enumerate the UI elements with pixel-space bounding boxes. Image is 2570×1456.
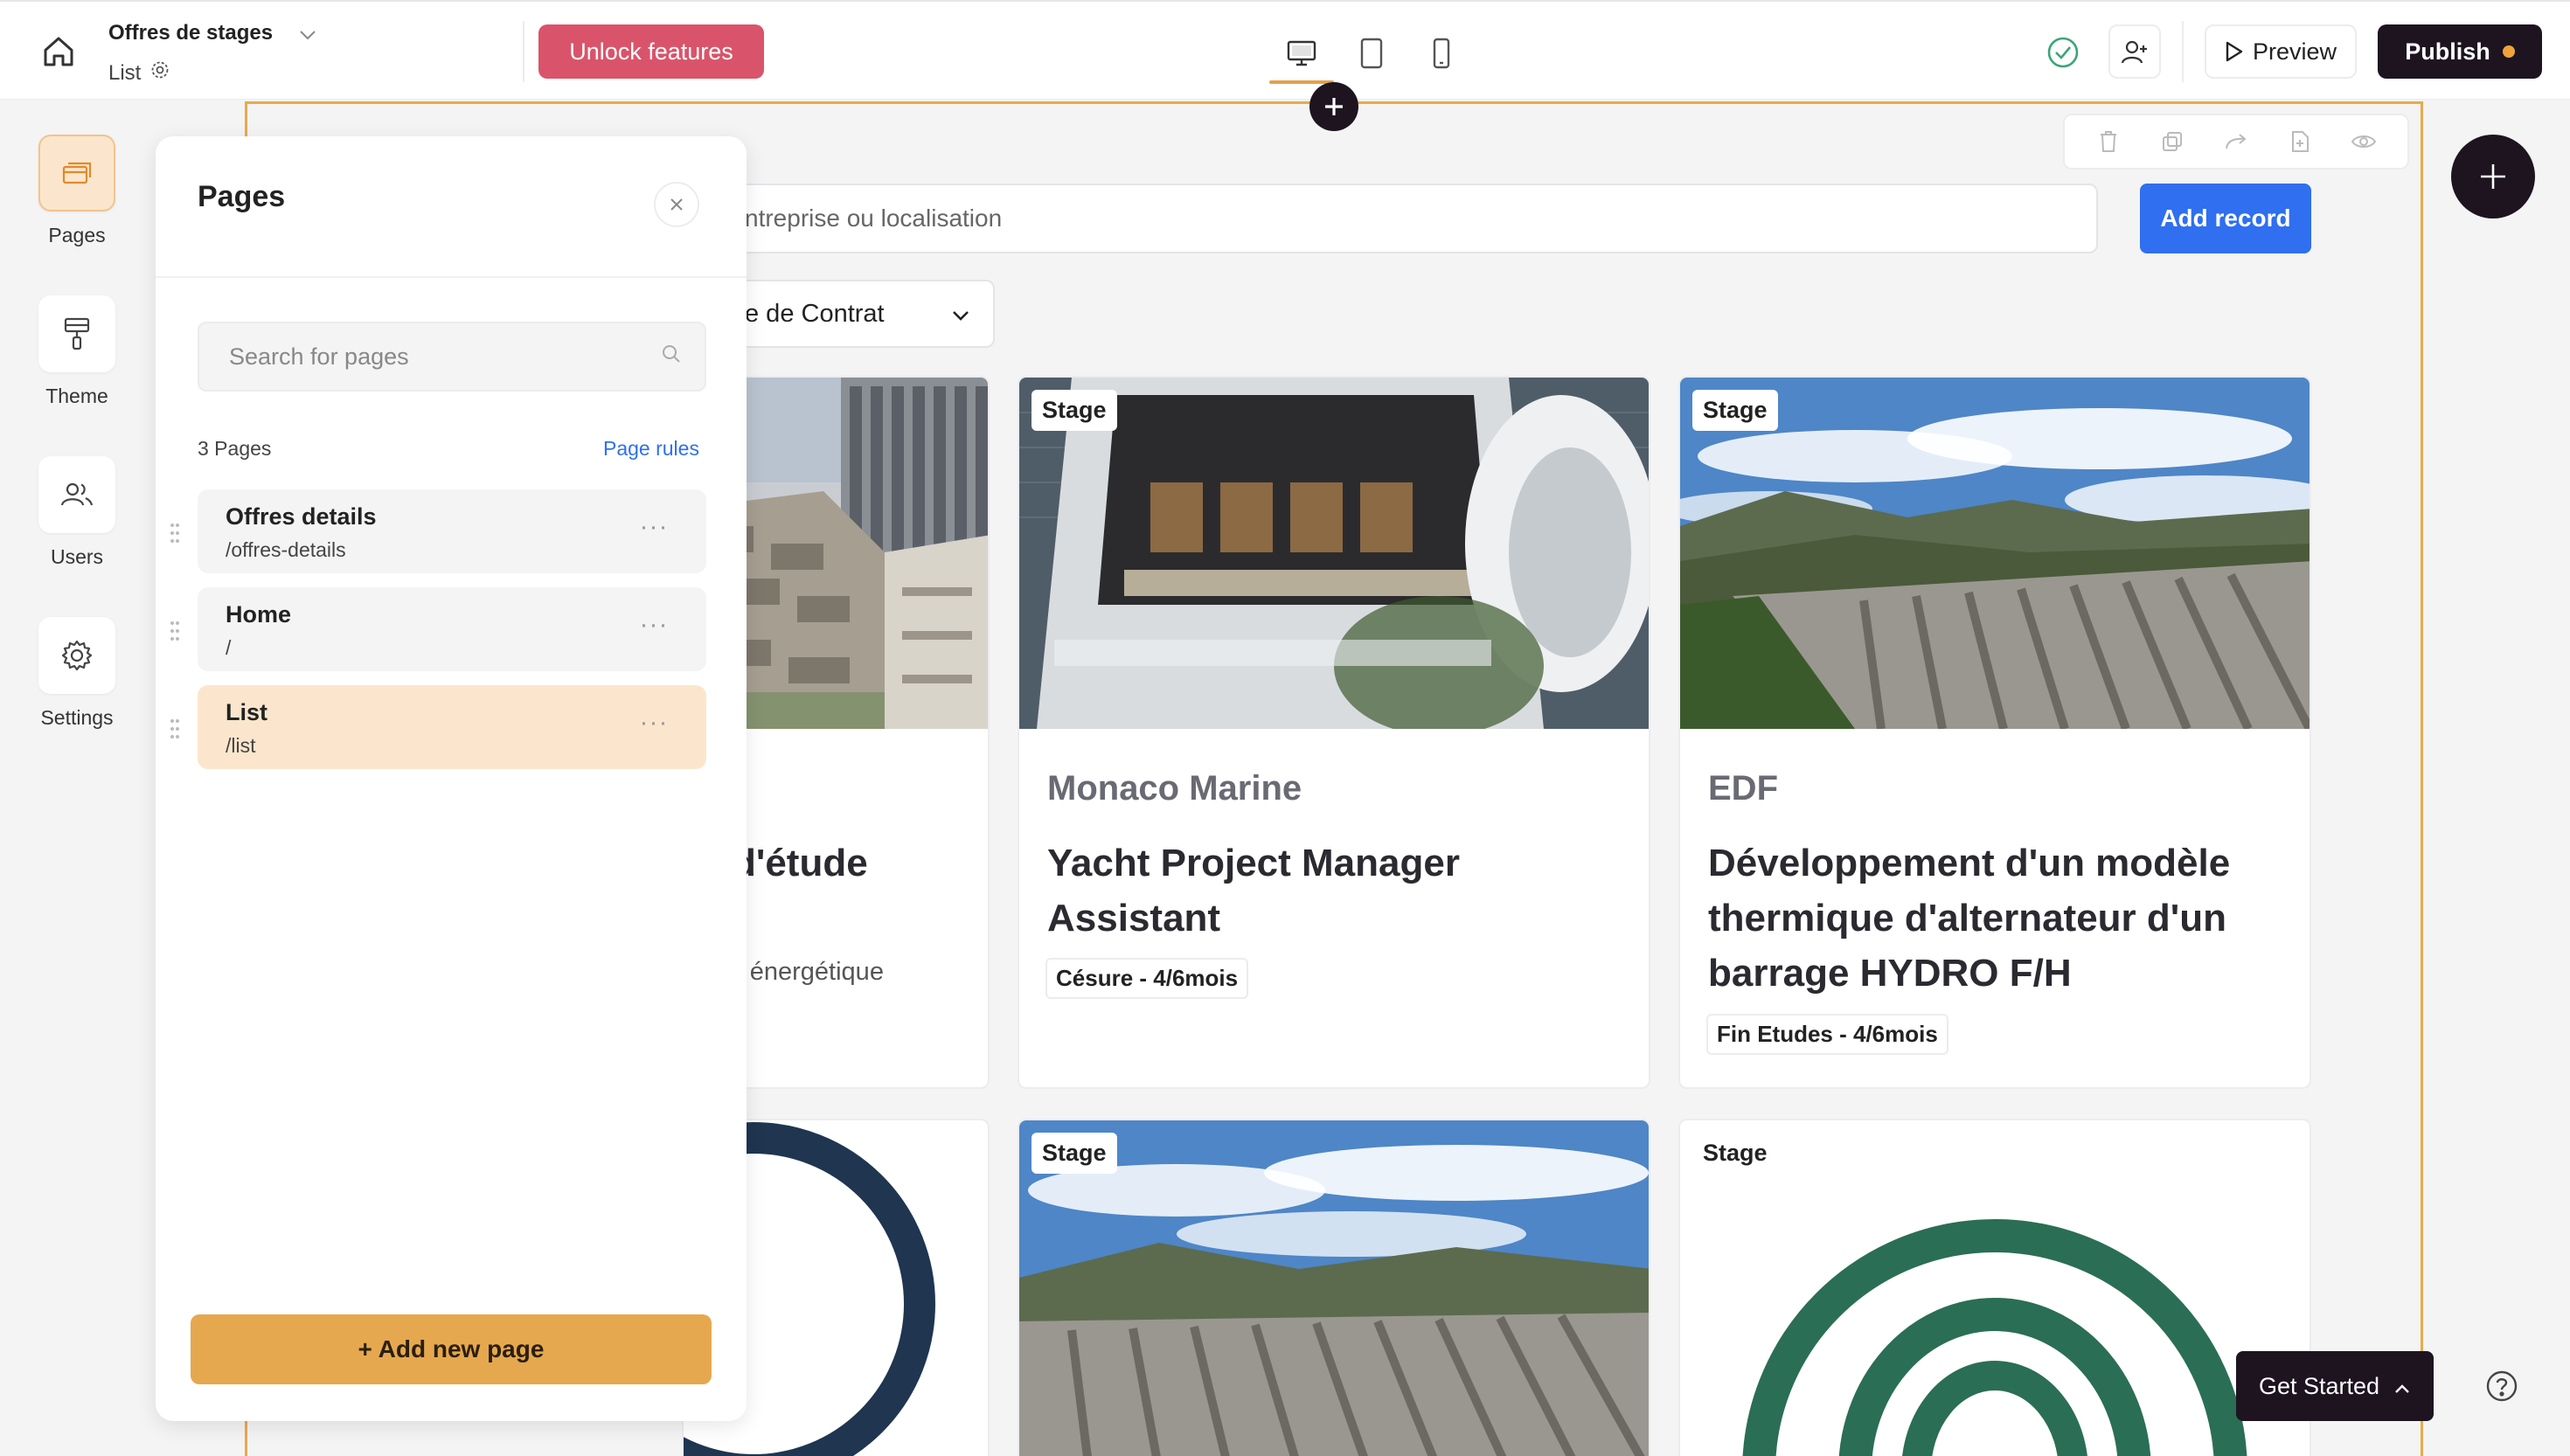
current-page-selector[interactable]: List — [108, 59, 170, 87]
component-toolbar — [2063, 114, 2409, 170]
get-started-label: Get Started — [2258, 1372, 2380, 1399]
rail-label-pages: Pages — [48, 224, 106, 246]
gear-icon[interactable] — [38, 617, 115, 694]
pages-count: 3 Pages — [198, 437, 272, 460]
redo-arrow-icon[interactable] — [2217, 122, 2255, 161]
app-name[interactable]: Offres de stages — [108, 21, 273, 45]
rail-item-theme[interactable]: Theme — [0, 295, 154, 408]
desktop-view-button[interactable] — [1269, 28, 1334, 84]
unpublished-changes-dot — [2502, 45, 2515, 58]
saved-check-icon — [2046, 35, 2080, 70]
more-options-icon[interactable]: ··· — [635, 512, 673, 547]
invite-user-button[interactable] — [2108, 24, 2161, 79]
drag-handle-icon[interactable] — [166, 516, 184, 551]
stage-badge: Stage — [1031, 390, 1117, 431]
more-options-icon[interactable]: ··· — [635, 610, 673, 645]
company-name: EDF — [1708, 769, 1778, 808]
rail-label-users: Users — [50, 545, 104, 568]
more-options-icon[interactable]: ··· — [635, 708, 673, 743]
page-item-offres-details[interactable]: Offres details /offres-details ··· — [198, 489, 706, 573]
add-section-plus-icon[interactable] — [1309, 82, 1358, 131]
add-record-button[interactable]: Add record — [2140, 184, 2311, 253]
job-card[interactable]: Stage EDF Développement d'un modèle ther… — [1678, 376, 2311, 1089]
divider — [156, 276, 747, 278]
help-icon[interactable] — [2476, 1360, 2528, 1412]
pages-icon[interactable] — [38, 135, 115, 211]
stage-badge: Stage — [1031, 1133, 1117, 1174]
company-name: Monaco Marine — [1047, 769, 1302, 808]
rail-label-theme: Theme — [45, 385, 108, 407]
paint-roller-icon[interactable] — [38, 295, 115, 372]
page-search-input[interactable]: Search for pages — [198, 322, 706, 392]
job-title: Développement d'un modèle thermique d'al… — [1708, 842, 2231, 995]
search-placeholder: ntreprise ou localisation — [745, 205, 1003, 232]
trash-icon[interactable] — [2089, 122, 2128, 161]
chevron-down-icon — [951, 300, 970, 329]
page-item-path: /list — [226, 734, 256, 757]
users-icon[interactable] — [38, 456, 115, 533]
drag-handle-icon[interactable] — [166, 614, 184, 648]
contract-select-value: e de Contrat — [745, 299, 885, 328]
job-card[interactable]: Stage — [1678, 1119, 2311, 1456]
rail-item-pages[interactable]: Pages — [0, 135, 154, 247]
page-item-name: Offres details — [226, 503, 377, 530]
publish-button[interactable]: Publish — [2378, 24, 2542, 79]
divider — [2182, 21, 2184, 82]
job-title: Yacht Project Manager Assistant — [1047, 842, 1460, 939]
unlock-features-button[interactable]: Unlock features — [538, 24, 764, 79]
page-item-name: Home — [226, 601, 292, 627]
chevron-up-icon — [2393, 1373, 2411, 1400]
search-icon — [661, 343, 682, 371]
mobile-view-button[interactable] — [1409, 28, 1474, 79]
home-icon[interactable] — [37, 31, 80, 72]
job-card[interactable]: Stage Monaco Marine Yacht Project Manage… — [1018, 376, 1650, 1089]
tablet-view-button[interactable] — [1339, 28, 1404, 79]
stage-badge: Stage — [1692, 1133, 1778, 1174]
publish-label: Publish — [2405, 38, 2490, 65]
rail-item-users[interactable]: Users — [0, 456, 154, 569]
rail-label-settings: Settings — [40, 706, 114, 729]
gear-icon[interactable] — [149, 59, 170, 87]
current-page-name: List — [108, 60, 142, 85]
stage-badge: Stage — [1692, 390, 1778, 431]
add-element-button[interactable] — [2451, 135, 2535, 218]
page-item-path: / — [226, 636, 232, 659]
play-icon — [2226, 41, 2243, 62]
pages-panel: Pages Search for pages 3 Pages Page rule… — [156, 136, 747, 1421]
close-icon[interactable] — [654, 182, 699, 227]
drag-handle-icon[interactable] — [166, 711, 184, 746]
job-card[interactable]: Stage — [1018, 1119, 1650, 1456]
duplicate-icon[interactable] — [2153, 122, 2191, 161]
eye-icon[interactable] — [2344, 122, 2383, 161]
panel-title: Pages — [198, 180, 286, 213]
chevron-down-icon[interactable] — [297, 26, 318, 44]
page-rules-link[interactable]: Page rules — [603, 437, 699, 461]
page-search-placeholder: Search for pages — [229, 343, 409, 370]
preview-button[interactable]: Preview — [2205, 24, 2357, 79]
add-file-icon[interactable] — [2281, 122, 2319, 161]
page-item-list[interactable]: List /list ··· — [198, 685, 706, 769]
search-input[interactable]: ntreprise ou localisation — [699, 184, 2098, 253]
divider — [523, 21, 524, 82]
add-new-page-button[interactable]: + Add new page — [191, 1314, 712, 1384]
page-item-path: /offres-details — [226, 538, 346, 561]
page-item-home[interactable]: Home / ··· — [198, 587, 706, 671]
contract-tag: Fin Etudes - 4/6mois — [1706, 1014, 1948, 1055]
preview-label: Preview — [2252, 38, 2337, 65]
rail-item-settings[interactable]: Settings — [0, 617, 154, 730]
top-bar: Offres de stages List Unlock features Pr… — [0, 0, 2570, 100]
page-item-name: List — [226, 699, 268, 725]
contract-tag: Césure - 4/6mois — [1045, 958, 1249, 999]
get-started-button[interactable]: Get Started — [2236, 1351, 2434, 1421]
